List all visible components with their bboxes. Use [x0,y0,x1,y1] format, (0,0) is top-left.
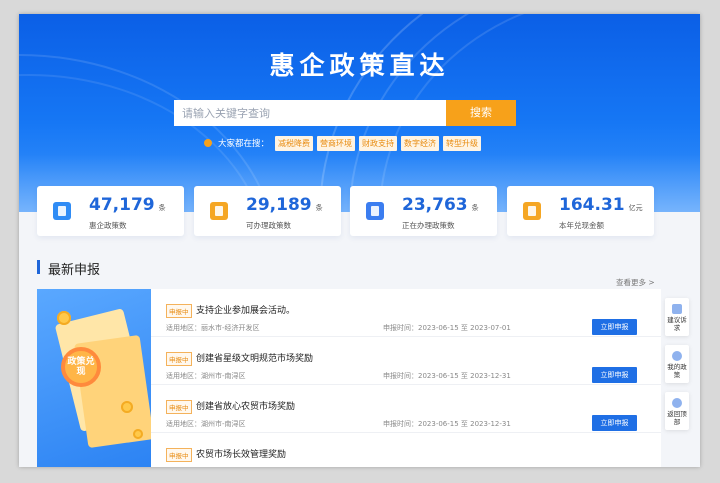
float-label: 建议诉求 [667,316,687,332]
declaration-list: 申报中 支持企业参加展会活动。 适用地区：丽水市-经济开发区 申报时间：2023… [151,289,661,467]
list-item[interactable]: 申报中 创建省星级文明规范市场奖励 适用地区：湖州市-南浔区 申报时间：2023… [151,337,661,385]
edit-document-icon [366,202,384,220]
item-region: 适用地区：湖州市-南浔区 [166,372,246,380]
apply-button[interactable]: 立即申报 [592,367,637,383]
stat-card-available[interactable]: 29,189 条 可办理政策数 [194,186,341,236]
float-feedback-button[interactable]: 建议诉求 [665,298,689,336]
coin-icon [133,429,143,439]
book-icon [53,202,71,220]
arrow-up-icon [672,398,682,408]
hot-tag[interactable]: 转型升级 [443,135,482,151]
float-my-policy-button[interactable]: 我的政策 [665,345,689,383]
status-badge: 申报中 [166,400,192,414]
user-icon [672,351,682,361]
policy-illustration: 政策兑现 [37,289,151,467]
apply-button[interactable]: 立即申报 [592,415,637,431]
item-title[interactable]: 支持企业参加展会活动。 [196,303,295,316]
item-date: 申报时间：2023-06-15 至 2023-12-31 [383,372,511,380]
section-title: 最新申报 [48,263,101,278]
hot-tag[interactable]: 财政支持 [359,135,398,151]
stat-card-policies[interactable]: 47,179 条 惠企政策数 [37,186,184,236]
page-frame: 惠企政策直达 搜索 大家都在搜： 减税降费 营商环境 财政支持 数字经济 转型升… [19,14,700,467]
stat-value: 47,179 条 [89,195,166,215]
item-title[interactable]: 农贸市场长效管理奖励 [196,447,286,460]
section-accent-bar [37,260,40,274]
hero-banner: 惠企政策直达 搜索 大家都在搜： 减税降费 营商环境 财政支持 数字经济 转型升… [19,14,700,212]
coin-icon [57,311,71,325]
float-back-top-button[interactable]: 返回顶部 [665,392,689,430]
search-input[interactable] [174,100,446,126]
stat-label: 惠企政策数 [89,221,127,230]
search-button[interactable]: 搜索 [446,100,516,126]
fire-icon [204,139,212,147]
float-label: 我的政策 [667,363,687,379]
status-badge: 申报中 [166,304,192,318]
stat-card-processing[interactable]: 23,763 条 正在办理政策数 [350,186,497,236]
stat-card-amount[interactable]: 164.31 亿元 本年兑现金额 [507,186,654,236]
hot-search-row: 大家都在搜： 减税降费 营商环境 财政支持 数字经济 转型升级 [204,135,482,151]
item-date: 申报时间：2023-06-15 至 2023-12-31 [383,420,511,428]
stat-label: 正在办理政策数 [402,221,455,230]
status-badge: 申报中 [166,352,192,366]
view-more-link[interactable]: 查看更多 > [616,277,655,288]
hot-tag[interactable]: 营商环境 [317,135,356,151]
hot-tag[interactable]: 数字经济 [401,135,440,151]
status-badge: 申报中 [166,448,192,462]
apply-button[interactable]: 立即申报 [592,319,637,335]
stat-label: 本年兑现金额 [559,221,604,230]
item-date: 申报时间：2023-06-15 至 2023-07-01 [383,324,511,332]
stat-value: 23,763 条 [402,195,479,215]
magnifier-badge: 政策兑现 [61,347,101,387]
item-region: 适用地区：湖州市-南浔区 [166,420,246,428]
money-bag-icon [523,202,541,220]
list-item[interactable]: 申报中 创建省放心农贸市场奖励 适用地区：湖州市-南浔区 申报时间：2023-0… [151,385,661,433]
hot-tag[interactable]: 减税降费 [275,135,314,151]
stat-label: 可办理政策数 [246,221,291,230]
item-region: 适用地区：丽水市-经济开发区 [166,324,260,332]
stat-value: 29,189 条 [246,195,323,215]
document-icon [210,202,228,220]
hot-search-label: 大家都在搜： [218,139,270,149]
page-title: 惠企政策直达 [269,51,450,80]
stat-value: 164.31 亿元 [559,195,643,215]
item-title[interactable]: 创建省星级文明规范市场奖励 [196,351,313,364]
feedback-icon [672,304,682,314]
float-label: 返回顶部 [667,410,687,426]
list-item[interactable]: 申报中 农贸市场长效管理奖励 [151,433,661,467]
item-title[interactable]: 创建省放心农贸市场奖励 [196,399,295,412]
list-item[interactable]: 申报中 支持企业参加展会活动。 适用地区：丽水市-经济开发区 申报时间：2023… [151,289,661,337]
coin-icon [121,401,133,413]
